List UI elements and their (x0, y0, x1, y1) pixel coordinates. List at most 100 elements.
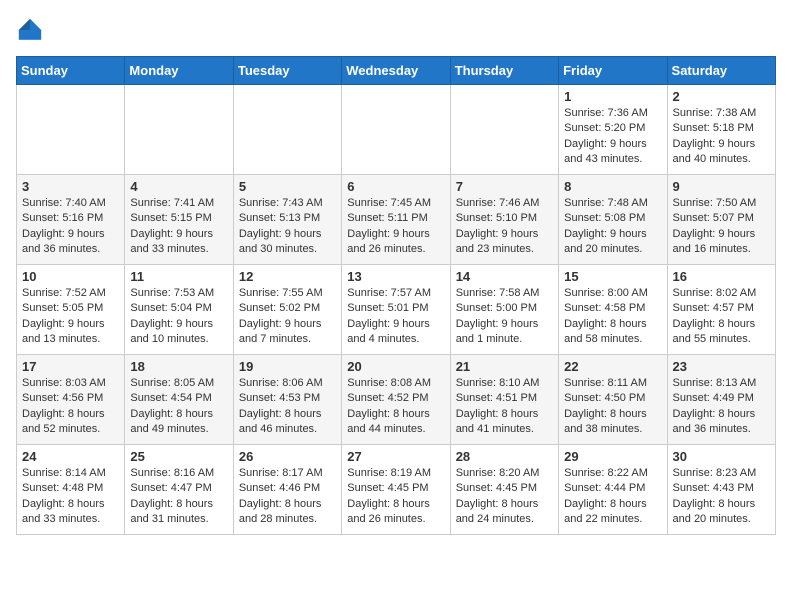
day-info: Sunrise: 7:43 AM Sunset: 5:13 PM Dayligh… (239, 196, 336, 258)
day-number: 1 (564, 89, 661, 104)
day-number: 30 (673, 449, 770, 464)
day-info: Sunrise: 7:55 AM Sunset: 5:02 PM Dayligh… (239, 286, 336, 348)
day-number: 3 (22, 179, 119, 194)
calendar-cell (342, 85, 450, 175)
day-info: Sunrise: 7:57 AM Sunset: 5:01 PM Dayligh… (347, 286, 444, 348)
calendar-cell: 4 Sunrise: 7:41 AM Sunset: 5:15 PM Daylig… (125, 175, 233, 265)
day-info: Sunrise: 8:14 AM Sunset: 4:48 PM Dayligh… (22, 466, 119, 528)
calendar-cell: 22 Sunrise: 8:11 AM Sunset: 4:50 PM Dayli… (559, 355, 667, 445)
day-info: Sunrise: 7:48 AM Sunset: 5:08 PM Dayligh… (564, 196, 661, 258)
calendar-cell: 16Sunrise: 8:02 AM Sunset: 4:57 PM Dayli… (667, 265, 775, 355)
calendar-cell: 24 Sunrise: 8:14 AM Sunset: 4:48 PM Dayli… (17, 445, 125, 535)
day-info: Sunrise: 7:52 AM Sunset: 5:05 PM Dayligh… (22, 286, 119, 348)
calendar-cell: 11 Sunrise: 7:53 AM Sunset: 5:04 PM Dayli… (125, 265, 233, 355)
calendar-cell: 25 Sunrise: 8:16 AM Sunset: 4:47 PM Dayli… (125, 445, 233, 535)
day-info: Sunrise: 8:10 AM Sunset: 4:51 PM Dayligh… (456, 376, 553, 438)
calendar-cell: 1 Sunrise: 7:36 AM Sunset: 5:20 PM Daylig… (559, 85, 667, 175)
day-number: 5 (239, 179, 336, 194)
calendar-cell: 12 Sunrise: 7:55 AM Sunset: 5:02 PM Dayli… (233, 265, 341, 355)
calendar-header-row: SundayMondayTuesdayWednesdayThursdayFrid… (17, 57, 776, 85)
calendar-cell: 3 Sunrise: 7:40 AM Sunset: 5:16 PM Daylig… (17, 175, 125, 265)
day-number: 18 (130, 359, 227, 374)
day-number: 4 (130, 179, 227, 194)
day-number: 16 (673, 269, 770, 284)
day-number: 23 (673, 359, 770, 374)
day-number: 15 (564, 269, 661, 284)
calendar-cell: 19 Sunrise: 8:06 AM Sunset: 4:53 PM Dayli… (233, 355, 341, 445)
calendar-cell (233, 85, 341, 175)
calendar-cell (125, 85, 233, 175)
day-number: 27 (347, 449, 444, 464)
day-info: Sunrise: 8:19 AM Sunset: 4:45 PM Dayligh… (347, 466, 444, 528)
calendar-cell (17, 85, 125, 175)
day-number: 20 (347, 359, 444, 374)
day-number: 8 (564, 179, 661, 194)
calendar-week-5: 24 Sunrise: 8:14 AM Sunset: 4:48 PM Dayli… (17, 445, 776, 535)
day-number: 13 (347, 269, 444, 284)
calendar-cell: 9Sunrise: 7:50 AM Sunset: 5:07 PM Daylig… (667, 175, 775, 265)
logo-icon (16, 16, 44, 44)
day-info: Sunrise: 8:05 AM Sunset: 4:54 PM Dayligh… (130, 376, 227, 438)
day-info: Sunrise: 8:17 AM Sunset: 4:46 PM Dayligh… (239, 466, 336, 528)
day-number: 17 (22, 359, 119, 374)
day-info: Sunrise: 8:11 AM Sunset: 4:50 PM Dayligh… (564, 376, 661, 438)
day-info: Sunrise: 8:20 AM Sunset: 4:45 PM Dayligh… (456, 466, 553, 528)
day-number: 10 (22, 269, 119, 284)
day-info: Sunrise: 8:03 AM Sunset: 4:56 PM Dayligh… (22, 376, 119, 438)
calendar-header-wednesday: Wednesday (342, 57, 450, 85)
day-info: Sunrise: 7:41 AM Sunset: 5:15 PM Dayligh… (130, 196, 227, 258)
calendar-cell: 27 Sunrise: 8:19 AM Sunset: 4:45 PM Dayli… (342, 445, 450, 535)
day-number: 6 (347, 179, 444, 194)
calendar-header-tuesday: Tuesday (233, 57, 341, 85)
calendar-table: SundayMondayTuesdayWednesdayThursdayFrid… (16, 56, 776, 535)
day-info: Sunrise: 8:06 AM Sunset: 4:53 PM Dayligh… (239, 376, 336, 438)
day-number: 12 (239, 269, 336, 284)
day-number: 25 (130, 449, 227, 464)
calendar-week-1: 1 Sunrise: 7:36 AM Sunset: 5:20 PM Daylig… (17, 85, 776, 175)
calendar-cell: 17 Sunrise: 8:03 AM Sunset: 4:56 PM Dayli… (17, 355, 125, 445)
day-info: Sunrise: 7:53 AM Sunset: 5:04 PM Dayligh… (130, 286, 227, 348)
calendar-cell: 7 Sunrise: 7:46 AM Sunset: 5:10 PM Daylig… (450, 175, 558, 265)
day-info: Sunrise: 7:50 AM Sunset: 5:07 PM Dayligh… (673, 196, 770, 258)
day-info: Sunrise: 8:08 AM Sunset: 4:52 PM Dayligh… (347, 376, 444, 438)
day-info: Sunrise: 8:22 AM Sunset: 4:44 PM Dayligh… (564, 466, 661, 528)
calendar-header-saturday: Saturday (667, 57, 775, 85)
day-info: Sunrise: 7:46 AM Sunset: 5:10 PM Dayligh… (456, 196, 553, 258)
day-number: 28 (456, 449, 553, 464)
calendar-cell: 18 Sunrise: 8:05 AM Sunset: 4:54 PM Dayli… (125, 355, 233, 445)
day-info: Sunrise: 7:36 AM Sunset: 5:20 PM Dayligh… (564, 106, 661, 168)
calendar-week-4: 17 Sunrise: 8:03 AM Sunset: 4:56 PM Dayli… (17, 355, 776, 445)
day-number: 29 (564, 449, 661, 464)
calendar-cell: 20 Sunrise: 8:08 AM Sunset: 4:52 PM Dayli… (342, 355, 450, 445)
calendar-header-friday: Friday (559, 57, 667, 85)
day-number: 11 (130, 269, 227, 284)
calendar-header-sunday: Sunday (17, 57, 125, 85)
day-number: 2 (673, 89, 770, 104)
day-number: 24 (22, 449, 119, 464)
calendar-cell: 2Sunrise: 7:38 AM Sunset: 5:18 PM Daylig… (667, 85, 775, 175)
calendar-cell: 15 Sunrise: 8:00 AM Sunset: 4:58 PM Dayli… (559, 265, 667, 355)
day-number: 7 (456, 179, 553, 194)
day-number: 19 (239, 359, 336, 374)
day-number: 26 (239, 449, 336, 464)
day-number: 22 (564, 359, 661, 374)
calendar-cell: 6 Sunrise: 7:45 AM Sunset: 5:11 PM Daylig… (342, 175, 450, 265)
day-info: Sunrise: 7:40 AM Sunset: 5:16 PM Dayligh… (22, 196, 119, 258)
day-info: Sunrise: 8:00 AM Sunset: 4:58 PM Dayligh… (564, 286, 661, 348)
day-info: Sunrise: 7:45 AM Sunset: 5:11 PM Dayligh… (347, 196, 444, 258)
calendar-cell: 5 Sunrise: 7:43 AM Sunset: 5:13 PM Daylig… (233, 175, 341, 265)
header (16, 16, 776, 44)
calendar-cell: 30 Sunrise: 8:23 AM Sunset: 4:43 PM Dayli… (667, 445, 775, 535)
calendar-cell: 14Sunrise: 7:58 AM Sunset: 5:00 PM Dayli… (450, 265, 558, 355)
day-info: Sunrise: 8:13 AM Sunset: 4:49 PM Dayligh… (673, 376, 770, 438)
day-info: Sunrise: 8:23 AM Sunset: 4:43 PM Dayligh… (673, 466, 770, 528)
calendar-cell: 21 Sunrise: 8:10 AM Sunset: 4:51 PM Dayli… (450, 355, 558, 445)
calendar-cell: 26 Sunrise: 8:17 AM Sunset: 4:46 PM Dayli… (233, 445, 341, 535)
calendar-header-monday: Monday (125, 57, 233, 85)
calendar-cell: 8 Sunrise: 7:48 AM Sunset: 5:08 PM Daylig… (559, 175, 667, 265)
day-number: 21 (456, 359, 553, 374)
calendar-cell: 29 Sunrise: 8:22 AM Sunset: 4:44 PM Dayli… (559, 445, 667, 535)
calendar-header-thursday: Thursday (450, 57, 558, 85)
calendar-week-3: 10 Sunrise: 7:52 AM Sunset: 5:05 PM Dayli… (17, 265, 776, 355)
day-info: Sunrise: 8:16 AM Sunset: 4:47 PM Dayligh… (130, 466, 227, 528)
